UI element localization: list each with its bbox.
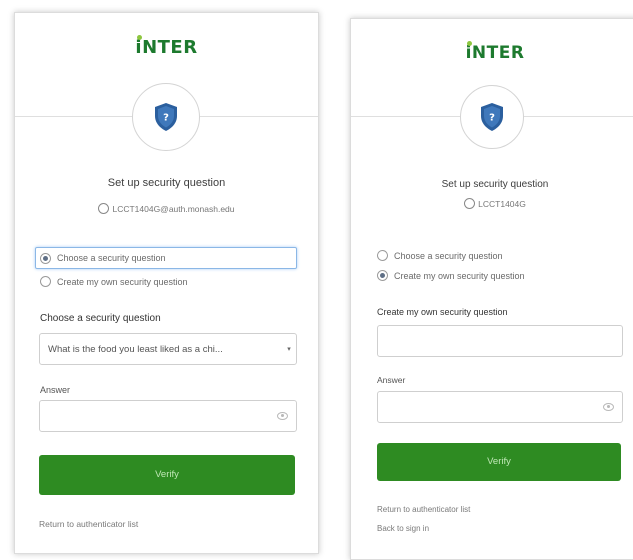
answer-label: Answer bbox=[40, 385, 71, 395]
security-question-select[interactable]: What is the food you least liked as a ch… bbox=[39, 333, 297, 365]
return-to-authenticator-link[interactable]: Return to authenticator list bbox=[377, 505, 470, 514]
inter-logo: iNTER bbox=[135, 35, 198, 58]
answer-label: Answer bbox=[377, 375, 406, 385]
radio-button[interactable] bbox=[40, 276, 51, 287]
shield-question-icon: ? bbox=[155, 103, 177, 131]
radio-choose-question[interactable]: Choose a security question bbox=[377, 250, 503, 261]
user-circle-icon bbox=[98, 203, 110, 214]
select-question-label: Choose a security question bbox=[40, 313, 161, 324]
radio-button[interactable] bbox=[377, 270, 388, 281]
back-to-sign-in-link[interactable]: Back to sign in bbox=[377, 524, 429, 533]
svg-text:?: ? bbox=[163, 113, 169, 124]
verify-button[interactable]: Verify bbox=[39, 455, 295, 495]
security-question-card-left: iNTER ? Set up security question LCCT140… bbox=[14, 12, 319, 554]
radio-label: Choose a security question bbox=[394, 250, 503, 261]
username: LCCT1404G@auth.monash.edu bbox=[112, 204, 235, 214]
return-to-authenticator-link[interactable]: Return to authenticator list bbox=[39, 519, 138, 529]
answer-input[interactable] bbox=[39, 400, 297, 432]
inter-logo: iNTER bbox=[465, 41, 525, 63]
radio-label: Create my own security question bbox=[57, 276, 188, 287]
security-question-card-right: iNTER ? Set up security question LCCT140… bbox=[350, 18, 633, 560]
username: LCCT1404G bbox=[478, 199, 526, 209]
radio-button[interactable] bbox=[377, 250, 388, 261]
svg-text:?: ? bbox=[489, 113, 495, 124]
own-question-label: Create my own security question bbox=[377, 307, 508, 317]
security-badge: ? bbox=[460, 85, 524, 149]
page-title: Set up security question bbox=[441, 179, 549, 190]
user-identifier: LCCT1404G@auth.monash.edu bbox=[15, 203, 318, 214]
caret-down-icon[interactable]: ▾ bbox=[282, 345, 296, 353]
radio-create-own-question[interactable]: Create my own security question bbox=[377, 270, 525, 281]
security-badge: ? bbox=[132, 83, 200, 151]
radio-choose-question[interactable]: Choose a security question bbox=[35, 247, 297, 269]
user-circle-icon bbox=[464, 198, 476, 209]
own-question-input[interactable] bbox=[377, 325, 623, 357]
verify-button[interactable]: Verify bbox=[377, 443, 621, 481]
radio-label: Choose a security question bbox=[57, 253, 166, 263]
eye-icon[interactable] bbox=[603, 403, 614, 411]
radio-label: Create my own security question bbox=[394, 270, 525, 281]
select-value: What is the food you least liked as a ch… bbox=[48, 343, 223, 355]
page-title: Set up security question bbox=[107, 177, 226, 189]
answer-input[interactable] bbox=[377, 391, 623, 423]
eye-icon[interactable] bbox=[277, 412, 288, 420]
shield-question-icon: ? bbox=[481, 103, 503, 131]
radio-create-own-question[interactable]: Create my own security question bbox=[40, 276, 188, 287]
radio-button[interactable] bbox=[40, 252, 51, 264]
user-identifier: LCCT1404G bbox=[351, 198, 633, 209]
